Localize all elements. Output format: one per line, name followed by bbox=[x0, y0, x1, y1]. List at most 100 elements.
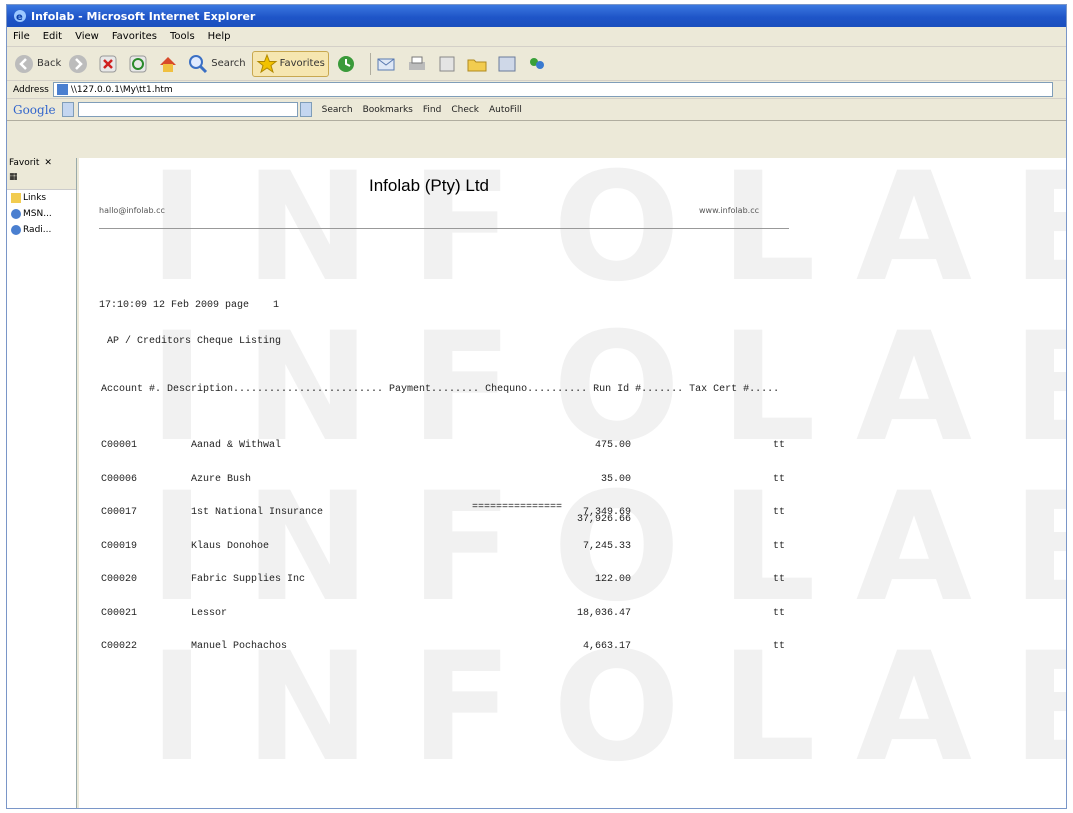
table-row: C00006 Azure Bush 35.00 tt bbox=[101, 474, 861, 486]
add-favorite-icon[interactable]: ▦ bbox=[9, 172, 18, 182]
description-cell: Fabric Supplies Inc bbox=[191, 574, 306, 585]
account-cell: C00001 bbox=[101, 440, 138, 451]
window-title: Infolab - Microsoft Internet Explorer bbox=[31, 9, 256, 23]
title-bar: e Infolab - Microsoft Internet Explorer bbox=[7, 5, 1066, 27]
menu-edit[interactable]: Edit bbox=[43, 31, 62, 42]
refresh-icon bbox=[127, 53, 149, 75]
google-find-button[interactable]: Find bbox=[423, 105, 441, 115]
payment-cell: 4,663.17 bbox=[582, 641, 631, 652]
google-search-input[interactable] bbox=[77, 102, 298, 117]
company-website: www.infolab.cc bbox=[699, 206, 759, 215]
standard-toolbar: Back Search Favorites bbox=[7, 47, 1066, 81]
report-timestamp: 17:10:09 12 Feb 2009 page 1 bbox=[99, 300, 280, 311]
column-header: Account #. Description..................… bbox=[101, 384, 780, 395]
google-menu-dropdown[interactable] bbox=[61, 102, 74, 117]
history-icon bbox=[335, 53, 357, 75]
ie-icon: e bbox=[13, 9, 27, 23]
mail-button[interactable] bbox=[376, 53, 400, 75]
google-check-button[interactable]: Check bbox=[451, 105, 479, 115]
favorites-pane: Favorit ✕ ▦ Links MSN... Radi... bbox=[7, 158, 77, 808]
favorite-item-msn[interactable]: MSN... bbox=[7, 206, 76, 222]
menu-favorites[interactable]: Favorites bbox=[112, 31, 157, 42]
menu-help[interactable]: Help bbox=[208, 31, 231, 42]
search-icon bbox=[187, 53, 209, 75]
description-cell: Manuel Pochachos bbox=[191, 641, 288, 652]
google-search-button[interactable]: Search bbox=[322, 105, 353, 115]
messenger-icon bbox=[526, 53, 548, 75]
company-email: hallo@infolab.cc bbox=[99, 206, 165, 215]
print-button[interactable] bbox=[406, 53, 430, 75]
google-autofill-button[interactable]: AutoFill bbox=[489, 105, 522, 115]
google-logo: Google bbox=[13, 102, 56, 117]
header-divider bbox=[99, 228, 789, 229]
back-label: Back bbox=[37, 58, 62, 69]
favorites-pane-tools: ▦ bbox=[7, 172, 76, 190]
description-cell: Klaus Donohoe bbox=[191, 540, 270, 552]
report-title: AP / Creditors Cheque Listing bbox=[107, 336, 282, 347]
history-button[interactable] bbox=[335, 53, 359, 75]
address-value: \\127.0.0.1\My\tt1.htm bbox=[70, 84, 173, 95]
payment-cell: 475.00 bbox=[594, 440, 631, 451]
google-search-dropdown[interactable] bbox=[299, 102, 312, 117]
total-underline: =============== bbox=[472, 502, 563, 513]
description-cell: 1st National Insurance bbox=[191, 507, 324, 518]
address-label: Address bbox=[13, 84, 49, 95]
edit-button[interactable] bbox=[436, 53, 460, 75]
favorite-item-links[interactable]: Links bbox=[7, 190, 76, 206]
page-icon bbox=[56, 84, 68, 95]
google-bookmarks-button[interactable]: Bookmarks bbox=[363, 105, 413, 115]
messenger-button[interactable] bbox=[526, 53, 550, 75]
address-input[interactable]: \\127.0.0.1\My\tt1.htm bbox=[52, 82, 1053, 97]
search-button[interactable]: Search bbox=[187, 53, 246, 75]
payment-total: 37,926.66 bbox=[576, 514, 631, 525]
printer-icon bbox=[406, 53, 428, 75]
run-id-cell: tt bbox=[773, 574, 786, 585]
folder-icon bbox=[11, 193, 21, 203]
home-icon bbox=[157, 53, 179, 75]
favorite-item-radio[interactable]: Radi... bbox=[7, 222, 76, 238]
menu-file[interactable]: File bbox=[13, 31, 30, 42]
research-button[interactable] bbox=[496, 53, 520, 75]
table-row: C00020 Fabric Supplies Inc 122.00 tt bbox=[101, 574, 861, 586]
close-icon[interactable]: ✕ bbox=[44, 158, 52, 168]
folder-button[interactable] bbox=[466, 53, 490, 75]
run-id-cell: tt bbox=[773, 540, 786, 552]
refresh-button[interactable] bbox=[127, 53, 151, 75]
favorites-label: Favorites bbox=[279, 58, 325, 69]
stop-button[interactable] bbox=[97, 53, 121, 75]
stop-icon bbox=[97, 53, 119, 75]
link-icon bbox=[11, 225, 21, 235]
favorites-pane-title: Favorit ✕ bbox=[7, 158, 76, 172]
folder-icon bbox=[466, 53, 488, 75]
home-button[interactable] bbox=[157, 53, 181, 75]
payment-cell: 35.00 bbox=[600, 473, 631, 485]
svg-text:e: e bbox=[16, 12, 23, 23]
edit-page-icon bbox=[436, 53, 458, 75]
favorites-button[interactable]: Favorites bbox=[251, 50, 329, 77]
run-id-cell: tt bbox=[773, 507, 786, 518]
mail-icon bbox=[376, 53, 398, 75]
company-name: Infolab (Pty) Ltd bbox=[369, 176, 490, 195]
description-cell: Aanad & Withwal bbox=[191, 440, 282, 451]
back-button[interactable]: Back bbox=[13, 53, 61, 75]
menu-view[interactable]: View bbox=[75, 31, 99, 42]
link-icon bbox=[11, 209, 21, 219]
toolbar-separator bbox=[369, 52, 371, 75]
description-cell: Azure Bush bbox=[191, 473, 252, 485]
run-id-cell: tt bbox=[773, 607, 786, 619]
description-cell: Lessor bbox=[191, 607, 228, 619]
menu-tools[interactable]: Tools bbox=[170, 31, 195, 42]
payment-cell: 7,245.33 bbox=[582, 540, 631, 552]
account-cell: C00022 bbox=[101, 641, 138, 652]
search-label: Search bbox=[211, 58, 246, 69]
research-icon bbox=[496, 53, 518, 75]
run-id-cell: tt bbox=[773, 440, 786, 451]
account-cell: C00020 bbox=[101, 574, 138, 585]
cheque-rows: C00001 Aanad & Withwal 475.00 tt C00006 … bbox=[101, 418, 861, 675]
account-cell: C00021 bbox=[101, 607, 138, 619]
payment-cell: 122.00 bbox=[594, 574, 631, 585]
menu-bar: File Edit View Favorites Tools Help bbox=[7, 27, 1066, 47]
account-cell: C00017 bbox=[101, 507, 138, 518]
payment-cell: 18,036.47 bbox=[576, 607, 631, 619]
forward-button[interactable] bbox=[67, 53, 91, 75]
